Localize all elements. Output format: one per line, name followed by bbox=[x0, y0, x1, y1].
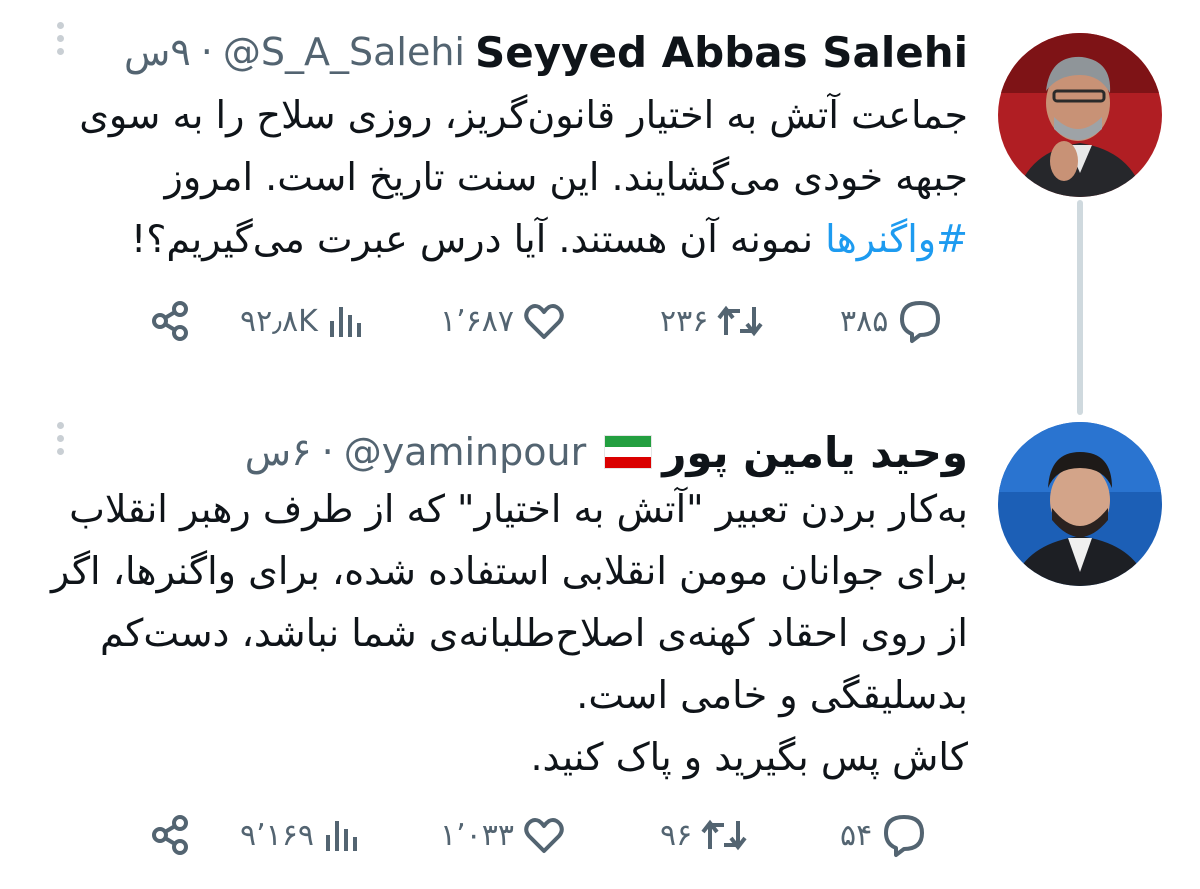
like-button[interactable]: ۱٬۰۳۳ bbox=[440, 810, 566, 860]
separator-dot: · bbox=[200, 30, 213, 74]
tweet-text: جماعت آتش به اختیار قانون‌گریز، روزی سلا… bbox=[68, 84, 968, 270]
tweet-text: به‌کار بردن تعبیر "آتش به اختیار" که از … bbox=[38, 478, 968, 788]
views-icon bbox=[326, 821, 357, 851]
timestamp[interactable]: ۶س bbox=[245, 430, 312, 474]
retweet-button[interactable]: ۹۶ bbox=[660, 810, 748, 860]
like-button[interactable]: ۱٬۶۸۷ bbox=[440, 296, 566, 346]
reply-button[interactable]: ۵۴ bbox=[840, 810, 928, 860]
reply-icon bbox=[900, 301, 941, 343]
thread-connector-line bbox=[1077, 200, 1083, 415]
replies-count: ۵۴ bbox=[840, 817, 873, 853]
retweet-icon bbox=[701, 819, 747, 851]
user-handle[interactable]: @S_A_Salehi bbox=[223, 30, 465, 74]
more-options-icon[interactable] bbox=[50, 422, 70, 466]
retweet-icon bbox=[717, 305, 763, 337]
avatar[interactable] bbox=[998, 422, 1162, 586]
share-icon bbox=[152, 301, 188, 341]
retweets-count: ۹۶ bbox=[660, 817, 693, 853]
iran-flag-icon bbox=[604, 435, 653, 469]
share-button[interactable] bbox=[140, 296, 192, 346]
retweets-count: ۲۳۶ bbox=[660, 303, 709, 339]
tweet-header: Seyyed Abbas Salehi @S_A_Salehi · ۹س bbox=[124, 22, 968, 82]
likes-count: ۱٬۶۸۷ bbox=[440, 303, 514, 339]
tweet-text-line: برای جوانان مومن انقلابی استفاده شده، بر… bbox=[51, 549, 968, 593]
tweet-text-line: جماعت آتش به اختیار قانون‌گریز، روزی سلا… bbox=[79, 93, 968, 137]
tweet-actions: ۹٬۱۶۹ ۱٬۰۳۳ ۹۶ ۵۴ bbox=[140, 810, 970, 860]
tweet-text-line: کاش پس بگیرید و پاک کنید. bbox=[530, 735, 968, 779]
timestamp[interactable]: ۹س bbox=[124, 30, 191, 74]
heart-icon bbox=[524, 304, 564, 339]
tweet-text-line: به‌کار بردن تعبیر "آتش به اختیار" که از … bbox=[69, 487, 968, 531]
heart-icon bbox=[524, 818, 564, 853]
tweet[interactable]: Seyyed Abbas Salehi @S_A_Salehi · ۹س جما… bbox=[0, 0, 1200, 400]
likes-count: ۱٬۰۳۳ bbox=[440, 817, 514, 853]
tweet[interactable]: وحید یامین پور @yaminpour · ۶س به‌کار بر… bbox=[0, 400, 1200, 889]
avatar[interactable] bbox=[998, 33, 1162, 197]
reply-button[interactable]: ۳۸۵ bbox=[840, 296, 944, 346]
tweet-actions: ۹۲٫۸K ۱٬۶۸۷ ۲۳۶ ۳۸۵ bbox=[140, 296, 970, 346]
views-count: ۹٬۱۶۹ bbox=[240, 817, 314, 853]
views-icon bbox=[329, 307, 361, 337]
separator-dot: · bbox=[321, 430, 334, 474]
views-button[interactable]: ۹۲٫۸K bbox=[240, 296, 366, 346]
tweet-text-line: بدسلیقگی و خامی است. bbox=[576, 673, 968, 717]
hashtag-link[interactable]: #واگنرها bbox=[825, 217, 968, 261]
display-name[interactable]: وحید یامین پور bbox=[662, 428, 968, 477]
tweet-header: وحید یامین پور @yaminpour · ۶س bbox=[245, 422, 968, 482]
views-count: ۹۲٫۸K bbox=[240, 303, 318, 339]
reply-icon bbox=[884, 815, 925, 857]
views-button[interactable]: ۹٬۱۶۹ bbox=[240, 810, 362, 860]
user-handle[interactable]: @yaminpour bbox=[344, 430, 587, 474]
display-name[interactable]: Seyyed Abbas Salehi bbox=[475, 28, 968, 77]
tweet-text-line: #واگنرها نمونه آن هستند. آیا درس عبرت می… bbox=[68, 208, 968, 270]
tweet-text-fragment: نمونه آن هستند. آیا درس عبرت می‌گیریم؟! bbox=[130, 217, 826, 261]
more-options-icon[interactable] bbox=[50, 22, 70, 66]
share-icon bbox=[152, 815, 188, 855]
tweet-text-line: از روی احقاد کهنه‌ی اصلاح‌طلبانه‌ی شما ن… bbox=[100, 611, 968, 655]
tweet-text-line: جبهه خودی می‌گشایند. این سنت تاریخ است. … bbox=[164, 155, 968, 199]
retweet-button[interactable]: ۲۳۶ bbox=[660, 296, 764, 346]
replies-count: ۳۸۵ bbox=[840, 303, 889, 339]
share-button[interactable] bbox=[140, 810, 192, 860]
